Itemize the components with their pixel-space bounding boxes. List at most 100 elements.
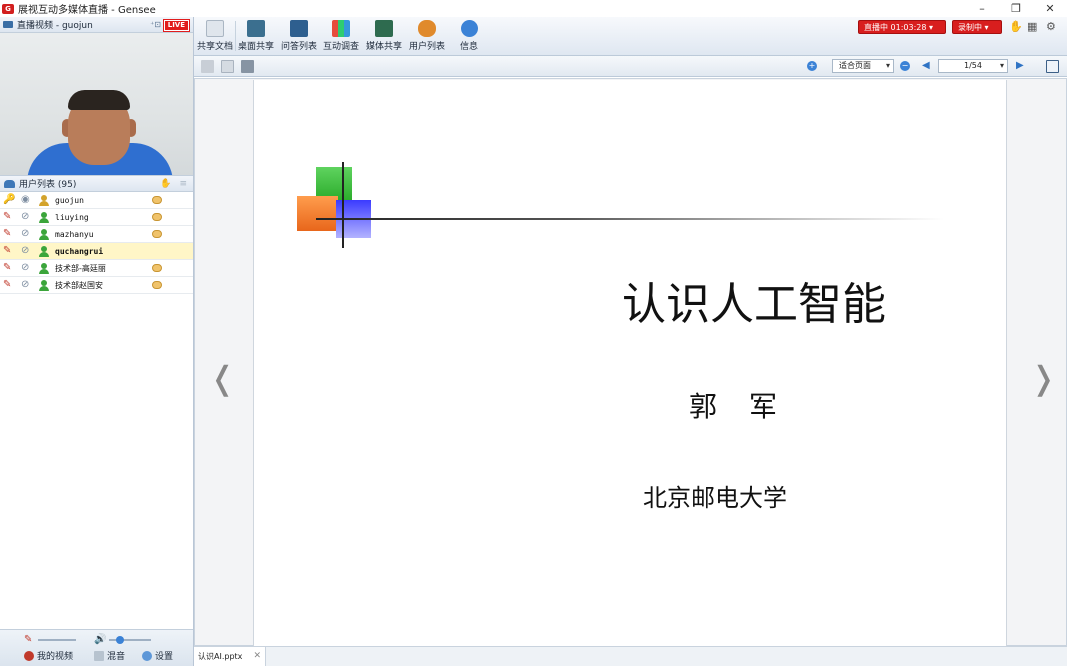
live-video-feed[interactable] [0, 33, 193, 175]
qa-list-button[interactable]: 问答列表 [278, 20, 320, 52]
live-badge: LIVE [162, 19, 191, 32]
info-label: 信息 [459, 42, 478, 52]
mic-off-icon[interactable]: ✎ [3, 262, 15, 274]
user-row[interactable]: 🔑 ◉ guojun [0, 192, 193, 209]
user-row[interactable]: ✎ ⊘ 技术部-高廷丽 [0, 260, 193, 277]
video-panel-title: 直播视频 - guojun [17, 21, 93, 31]
chat-icon[interactable] [152, 196, 162, 204]
open-folder-icon[interactable] [201, 60, 214, 73]
my-video-label: 我的视频 [37, 652, 74, 662]
my-video-button[interactable]: 我的视频 [24, 649, 73, 662]
survey-button[interactable]: 互动调查 [320, 20, 362, 52]
chat-icon[interactable] [152, 264, 162, 272]
mic-off-icon[interactable]: ✎ [3, 228, 15, 240]
users-icon [4, 179, 15, 188]
page-select[interactable]: 1/54 [938, 59, 1008, 73]
survey-icon [332, 20, 350, 37]
fullscreen-icon[interactable] [1046, 60, 1059, 73]
window-title: 展视互动多媒体直播 - Gensee [18, 5, 156, 16]
user-icon [39, 245, 49, 257]
mic-icon[interactable]: 🔑 [3, 194, 15, 206]
user-list-button[interactable]: 用户列表 [406, 20, 448, 52]
info-button[interactable]: 信息 [448, 20, 490, 52]
user-row[interactable]: ✎ ⊘ liuying [0, 209, 193, 226]
screenshot-icon[interactable] [241, 60, 254, 73]
camera-status-icon[interactable]: ◉ [21, 194, 33, 206]
chat-icon[interactable] [152, 281, 162, 289]
user-icon [39, 228, 49, 240]
share-doc-button[interactable]: 共享文档 [194, 20, 236, 52]
my-video-icon [24, 650, 34, 661]
mic-volume-slider[interactable] [38, 639, 76, 641]
survey-label: 互动调查 [322, 42, 359, 52]
prev-page-button[interactable]: ◀ [922, 60, 930, 71]
new-page-icon[interactable] [221, 60, 234, 73]
chat-icon[interactable] [152, 213, 162, 221]
camera-off-icon[interactable]: ⊘ [21, 279, 33, 291]
user-row[interactable]: ✎ ⊘ 技术部赵国安 [0, 277, 193, 294]
mix-button[interactable]: 混音 [94, 649, 125, 662]
video-panel-header: 直播视频 - guojun ⁺⊡ LIVE [0, 17, 193, 33]
users-panel-header: 用户列表 (95) ✋ ≡ [0, 175, 193, 192]
desktop-share-button[interactable]: 桌面共享 [235, 20, 277, 52]
user-list: 🔑 ◉ guojun ✎ ⊘ liuying ✎ ⊘ mazhanyu ✎ ⊘ … [0, 192, 193, 294]
next-slide-arrow[interactable]: ❭ [1030, 359, 1057, 397]
minimize-button[interactable]: – [965, 0, 999, 17]
settings-label: 设置 [155, 652, 174, 662]
gear-icon[interactable]: ⚙ [1046, 21, 1058, 33]
mic-off-icon[interactable]: ✎ [3, 245, 15, 257]
speaker-volume-icon[interactable]: 🔊 [94, 634, 106, 645]
left-footer: ✎ 🔊 我的视频 混音 设置 [0, 629, 193, 666]
user-row[interactable]: ✎ ⊘ mazhanyu [0, 226, 193, 243]
prev-slide-arrow[interactable]: ❬ [209, 359, 236, 397]
doc-tab[interactable]: 认识AI.pptx ✕ [194, 647, 266, 666]
camera-off-icon[interactable]: ⊘ [21, 262, 33, 274]
media-share-button[interactable]: 媒体共享 [363, 20, 405, 52]
user-list-icon [418, 20, 436, 37]
zoom-out-button[interactable]: − [900, 61, 910, 71]
camera-off-icon[interactable]: ⊘ [21, 228, 33, 240]
users-panel-title: 用户列表 (95) [19, 180, 77, 190]
qa-list-icon [290, 20, 308, 37]
qa-list-label: 问答列表 [280, 42, 317, 52]
mic-off-icon[interactable]: ✎ [3, 211, 15, 223]
chat-icon[interactable] [152, 230, 162, 238]
layout-icon[interactable]: ▦ [1027, 21, 1039, 33]
settings-button[interactable]: 设置 [142, 649, 173, 662]
user-name: quchangrui [55, 246, 104, 256]
slide-canvas[interactable]: 认识人工智能 郭 军 北京邮电大学 [253, 80, 1007, 646]
share-doc-label: 共享文档 [196, 42, 233, 52]
info-icon [460, 20, 478, 37]
sort-users-icon[interactable]: ≡ [179, 179, 187, 189]
mix-label: 混音 [107, 652, 126, 662]
slide-title: 认识人工智能 [622, 279, 886, 330]
raise-hand-icon[interactable]: ✋ [160, 179, 171, 189]
video-options-icon[interactable]: ⁺⊡ [150, 20, 161, 29]
next-page-button[interactable]: ▶ [1016, 60, 1024, 71]
restore-button[interactable]: ❐ [999, 0, 1033, 17]
camera-off-icon[interactable]: ⊘ [21, 245, 33, 257]
mic-off-icon[interactable]: ✎ [3, 279, 15, 291]
slide-institution: 北京邮电大学 [643, 484, 787, 512]
user-list-label: 用户列表 [408, 42, 445, 52]
slide-horizontal-line [316, 218, 944, 220]
close-button[interactable]: ✕ [1033, 0, 1067, 17]
record-status-button[interactable]: 录制中 ▾ [952, 20, 1002, 34]
camera-icon [3, 21, 13, 28]
doc-tab-label: 认识AI.pptx [198, 652, 243, 661]
speaker-volume-knob[interactable] [116, 636, 124, 644]
mic-volume-icon[interactable]: ✎ [24, 634, 32, 645]
raise-hand-icon[interactable]: ✋ [1009, 21, 1023, 33]
live-status-button[interactable]: 直播中 01:03:28 ▾ [858, 20, 946, 34]
zoom-select[interactable]: 适合页面 [832, 59, 894, 73]
user-icon [39, 211, 49, 223]
camera-off-icon[interactable]: ⊘ [21, 211, 33, 223]
zoom-in-button[interactable]: + [807, 61, 817, 71]
host-user-icon [39, 194, 49, 206]
left-panel: 直播视频 - guojun ⁺⊡ LIVE 用户列表 (95) ✋ ≡ 🔑 ◉ … [0, 17, 194, 666]
user-row-selected[interactable]: ✎ ⊘ quchangrui [0, 243, 193, 260]
mix-icon [94, 650, 104, 661]
main-toolbar: 共享文档 桌面共享 问答列表 互动调查 媒体共享 用户列表 信息 直播中 01:… [194, 17, 1067, 56]
slide-logo-orange [297, 196, 338, 231]
close-icon[interactable]: ✕ [253, 647, 261, 666]
